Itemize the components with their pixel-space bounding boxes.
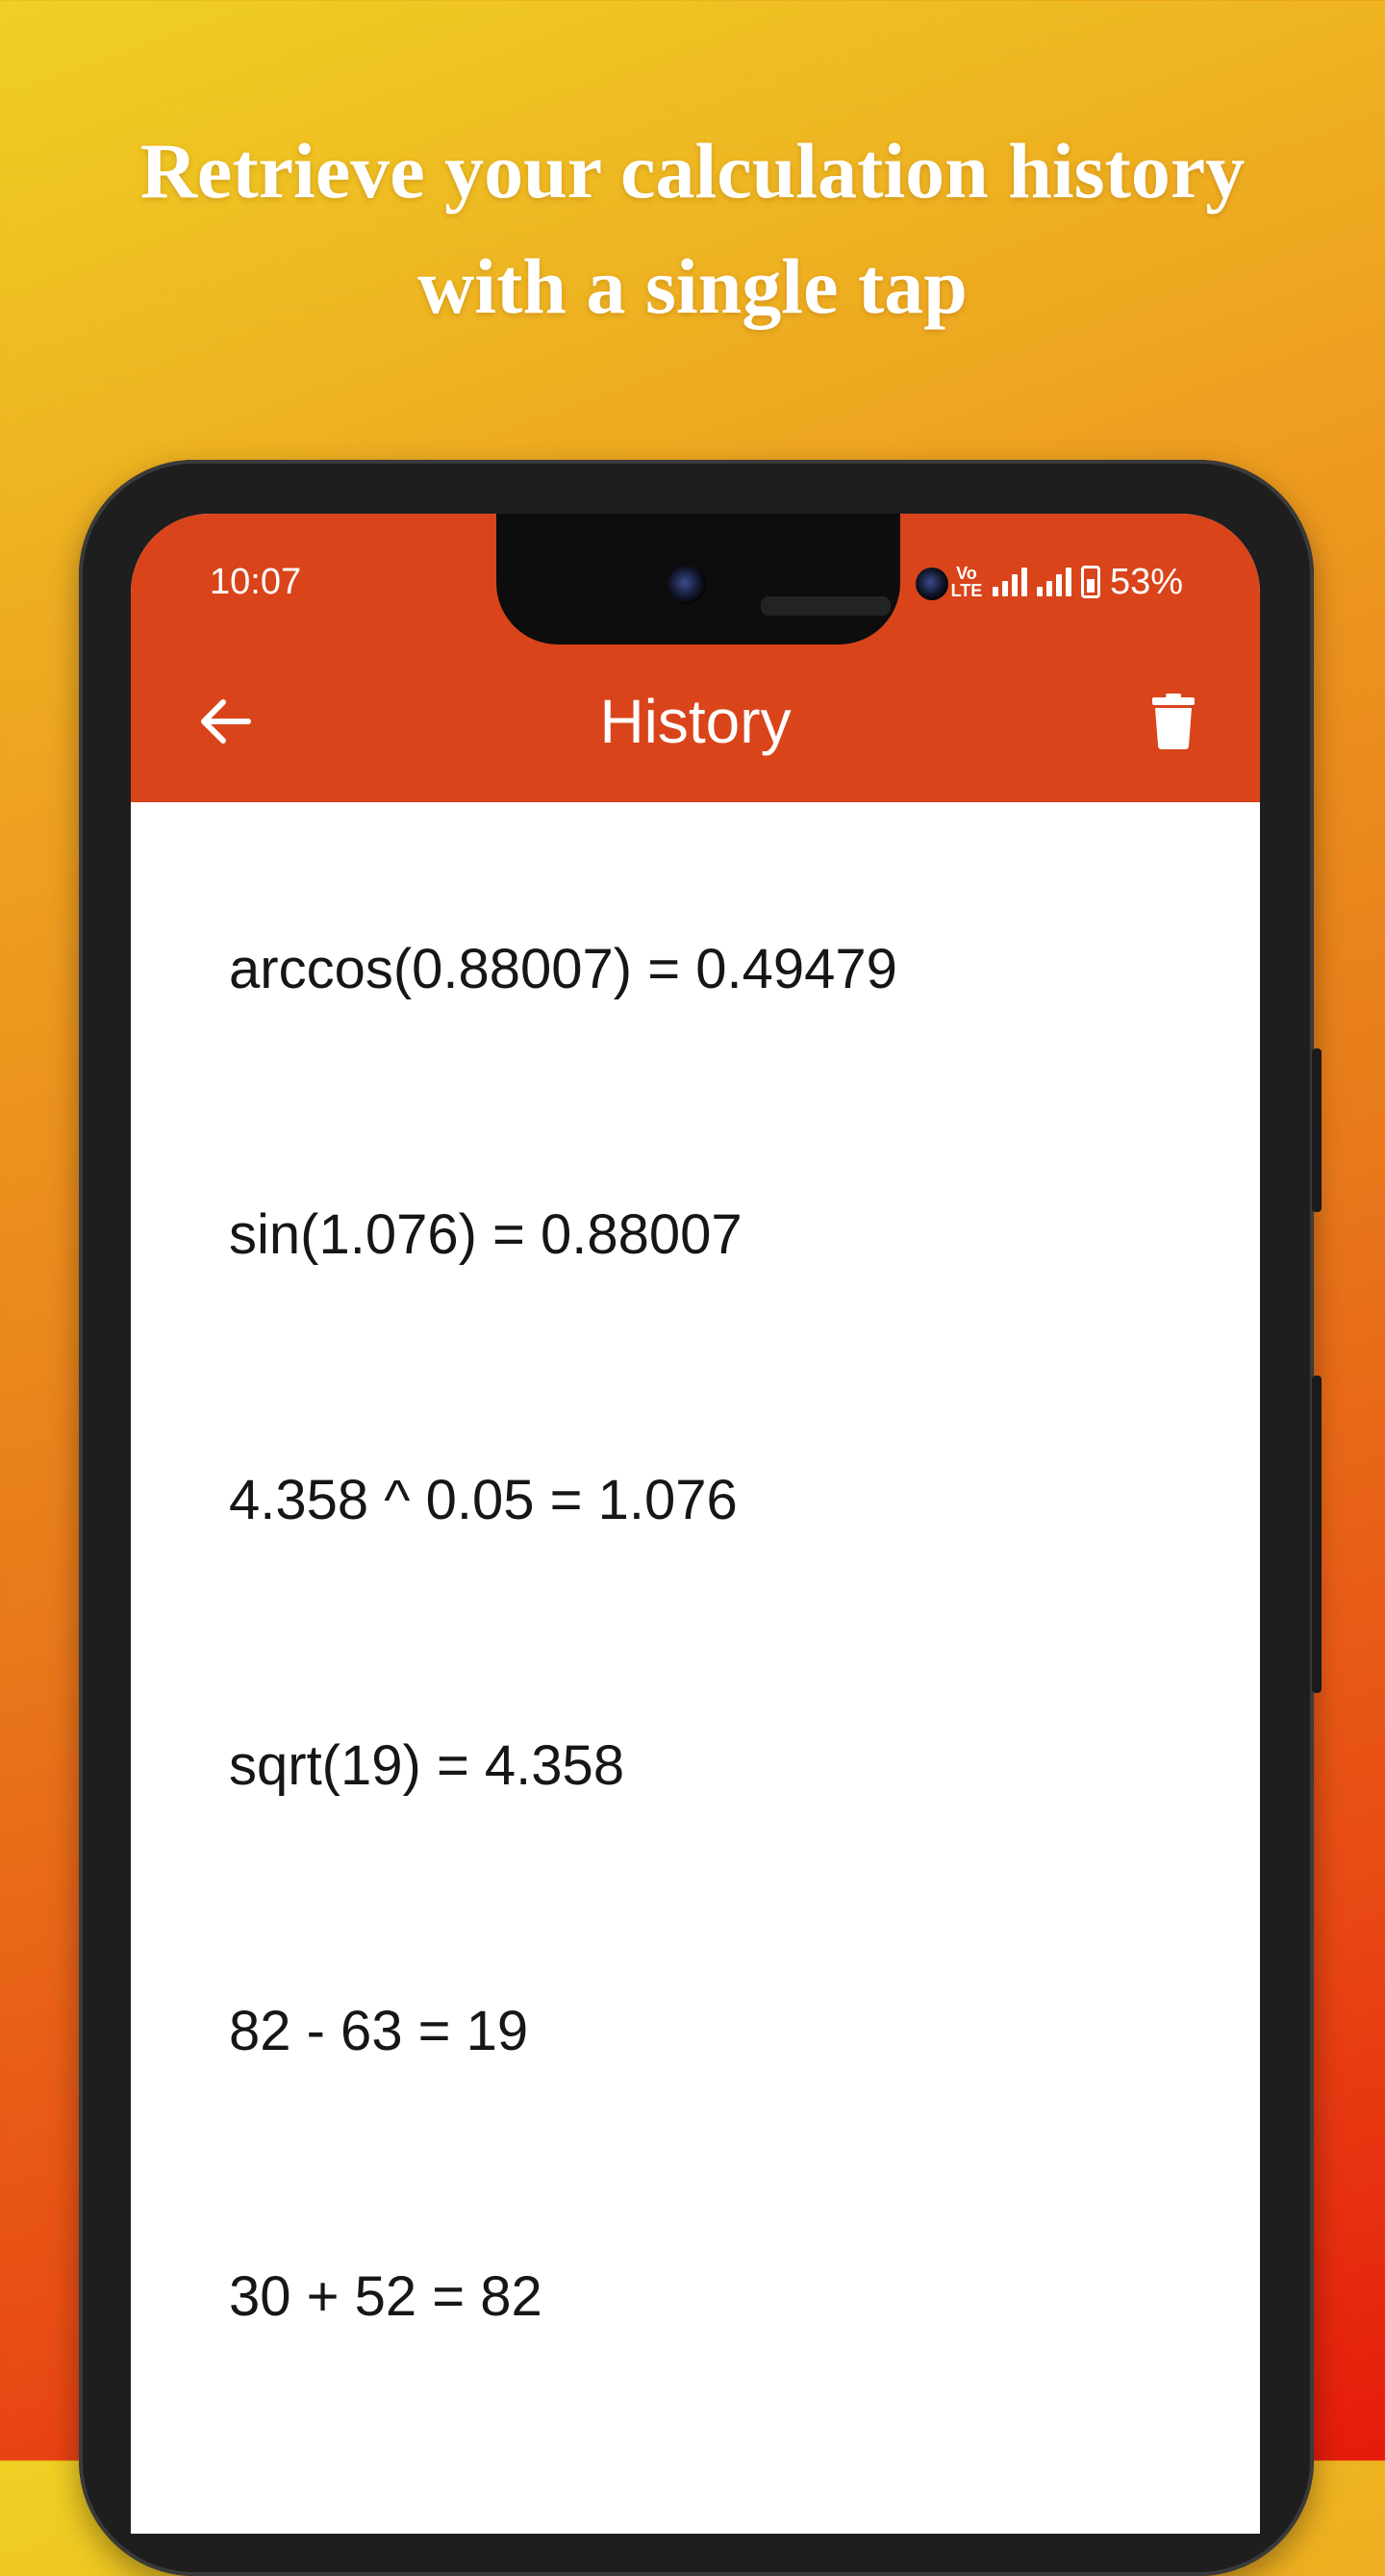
promo-headline-line-2: with a single tap	[417, 242, 968, 330]
status-icons: Vo LTE 53%	[950, 558, 1183, 606]
history-item[interactable]: 4.358 ^ 0.05 = 1.076	[229, 1462, 1191, 1539]
phone-screen: 10:07 Vo LTE 53% History arccos(0.88007)…	[131, 514, 1260, 2534]
history-item[interactable]: arccos(0.88007) = 0.49479	[229, 931, 1191, 1008]
status-time: 10:07	[210, 562, 302, 602]
history-item[interactable]: 30 + 52 = 82	[229, 2259, 1191, 2336]
signal-icon	[992, 568, 1027, 596]
history-item[interactable]: sqrt(19) = 4.358	[229, 1728, 1191, 1805]
battery-level: 53%	[1109, 562, 1183, 602]
promo-headline: Retrieve your calculation history with a…	[0, 114, 1385, 344]
phone-power-button	[1312, 1376, 1322, 1693]
camera-notch	[496, 514, 948, 644]
promo-headline-line-1: Retrieve your calculation history	[139, 127, 1246, 215]
phone-volume-button	[1312, 1048, 1322, 1212]
history-item[interactable]: 82 - 63 = 19	[229, 1993, 1191, 2070]
front-camera	[667, 566, 706, 604]
app-bar: 10:07 Vo LTE 53% History	[131, 514, 1260, 802]
volte-icon: Vo LTE	[950, 565, 983, 599]
page-title: History	[599, 687, 792, 756]
battery-icon	[1080, 566, 1100, 598]
earpiece-speaker	[761, 596, 891, 616]
trash-icon[interactable]	[1135, 683, 1212, 760]
front-sensor	[916, 568, 948, 600]
history-item[interactable]: sin(1.076) = 0.88007	[229, 1197, 1191, 1274]
volte-label: Vo LTE	[950, 564, 983, 600]
signal-icon-sim2	[1036, 568, 1071, 596]
